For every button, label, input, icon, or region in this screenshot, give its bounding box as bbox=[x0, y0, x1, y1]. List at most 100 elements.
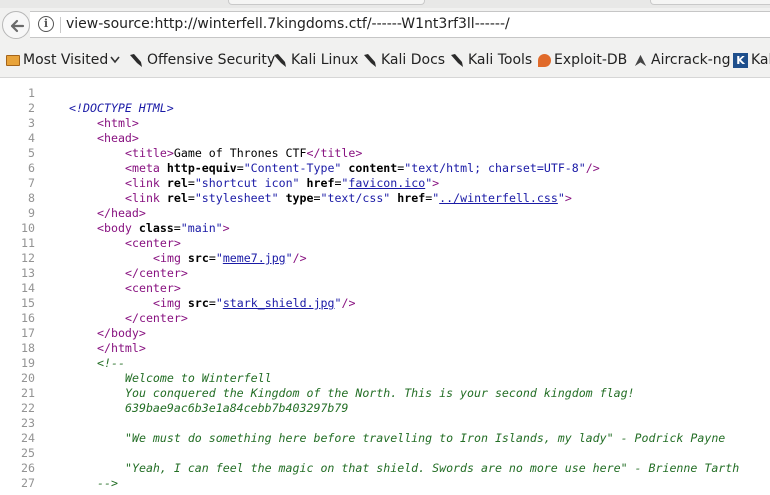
tag-close: /> bbox=[585, 161, 600, 175]
center-close-tag: </center> bbox=[125, 266, 188, 280]
line-number: 25 bbox=[21, 446, 35, 460]
attr-name: content bbox=[348, 161, 398, 175]
tab[interactable] bbox=[650, 0, 770, 5]
kali-dragon-icon bbox=[130, 54, 142, 67]
bookmark-kali-forums[interactable]: K Kal bbox=[733, 51, 770, 69]
tag-close: /> bbox=[341, 296, 356, 310]
favicon-link[interactable]: favicon.ico bbox=[348, 176, 425, 190]
line-number: 14 bbox=[21, 281, 35, 295]
bookmark-exploit-db[interactable]: Exploit-DB bbox=[538, 51, 627, 69]
link-tag: <link bbox=[125, 191, 167, 205]
back-arrow-icon bbox=[10, 19, 25, 33]
bookmark-offensive-security[interactable]: Offensive Security bbox=[128, 51, 275, 69]
source-line: 10 <body class="main"> bbox=[21, 221, 230, 235]
url-text[interactable]: view-source:http://winterfell.7kingdoms.… bbox=[66, 16, 510, 32]
attr-value: "stylesheet" bbox=[194, 191, 279, 205]
comment-text: You conquered the Kingdom of the North. … bbox=[125, 386, 635, 400]
tag-close: > bbox=[432, 176, 440, 190]
tag-close: > bbox=[222, 221, 230, 235]
line-number: 5 bbox=[28, 146, 35, 160]
line-number: 13 bbox=[21, 266, 35, 280]
source-line: 24 "We must do something here before trav… bbox=[0, 431, 770, 446]
source-line: 9 </head> bbox=[0, 206, 770, 221]
line-number: 26 bbox=[21, 461, 35, 475]
bookmark-label: Most Visited bbox=[23, 52, 109, 68]
html-open-tag: <html> bbox=[97, 116, 139, 130]
line-number: 10 bbox=[21, 221, 35, 235]
back-button[interactable] bbox=[2, 11, 30, 39]
tag-close: > bbox=[564, 191, 572, 205]
attr-name: src bbox=[187, 251, 209, 265]
line-number: 11 bbox=[21, 236, 35, 250]
line-number: 21 bbox=[21, 386, 35, 400]
source-line: 8 <link rel="stylesheet" type="text/css" … bbox=[28, 191, 572, 205]
site-info-icon[interactable]: i bbox=[38, 16, 54, 32]
kali-dragon-icon bbox=[451, 54, 463, 67]
source-line: 1 bbox=[0, 86, 770, 101]
bookmark-label: Offensive Security bbox=[147, 52, 276, 68]
line-number: 17 bbox=[21, 326, 35, 340]
bookmark-label: Aircrack-ng bbox=[651, 52, 731, 68]
bookmark-label: Kali Docs bbox=[381, 52, 446, 68]
comment-text: "We must do something here before travel… bbox=[125, 431, 726, 445]
link-tag: <link bbox=[125, 176, 167, 190]
line-number: 22 bbox=[21, 401, 35, 415]
title-text: Game of Thrones CTF bbox=[173, 146, 307, 160]
kali-dragon-icon bbox=[364, 54, 376, 67]
stylesheet-link[interactable]: ../winterfell.css bbox=[439, 191, 558, 205]
doctype: <!DOCTYPE HTML> bbox=[69, 101, 174, 115]
attr-value: "shortcut icon" bbox=[194, 176, 300, 190]
line-number: 20 bbox=[21, 371, 35, 385]
center-close-tag: </center> bbox=[125, 311, 188, 325]
body-close-tag: </body> bbox=[97, 326, 146, 340]
attr-name: src bbox=[187, 296, 209, 310]
attr-value: "text/css" bbox=[320, 191, 391, 205]
tab[interactable] bbox=[228, 0, 425, 5]
source-line: 14 <center> bbox=[0, 281, 770, 296]
line-number: 15 bbox=[21, 296, 35, 310]
folder-icon bbox=[6, 54, 20, 66]
source-line: 18 </html> bbox=[0, 341, 770, 356]
source-line: 17 </body> bbox=[0, 326, 770, 341]
line-number: 27 bbox=[21, 476, 35, 490]
img-tag: <img bbox=[153, 296, 188, 310]
bookmark-most-visited[interactable]: Most Visited bbox=[6, 51, 120, 69]
line-number: 7 bbox=[28, 176, 35, 190]
divider bbox=[60, 17, 61, 33]
bookmark-kali-tools[interactable]: Kali Tools bbox=[449, 51, 532, 69]
line-number: 24 bbox=[21, 431, 35, 445]
line-number: 6 bbox=[28, 161, 35, 175]
attr-name: href bbox=[397, 191, 426, 205]
meme7-link[interactable]: meme7.jpg bbox=[223, 251, 286, 265]
bookmark-aircrack-ng[interactable]: Aircrack-ng bbox=[633, 51, 731, 69]
bookmark-kali-docs[interactable]: Kali Docs bbox=[362, 51, 445, 69]
kali-dragon-icon bbox=[274, 54, 286, 67]
line-number: 3 bbox=[28, 116, 35, 130]
kali-forums-icon: K bbox=[733, 52, 748, 68]
bookmark-label: Kal bbox=[751, 52, 770, 68]
line-number: 23 bbox=[21, 416, 35, 430]
bookmark-label: Exploit-DB bbox=[554, 52, 628, 68]
address-bar[interactable]: i view-source:http://winterfell.7kingdom… bbox=[30, 11, 770, 38]
source-line: 26 "Yeah, I can feel the magic on that sh… bbox=[0, 461, 770, 476]
source-line: 21 You conquered the Kingdom of the North… bbox=[0, 386, 770, 401]
aircrack-icon bbox=[634, 54, 647, 66]
line-number: 18 bbox=[21, 341, 35, 355]
attr-name: http-equiv bbox=[166, 161, 237, 175]
tag-close: /> bbox=[292, 251, 307, 265]
stark-shield-link[interactable]: stark_shield.jpg bbox=[223, 296, 335, 310]
line-number: 16 bbox=[21, 311, 35, 325]
center-open-tag: <center> bbox=[125, 236, 181, 250]
view-source-content: 1 2 <!DOCTYPE HTML> 3 <html> 4 <head> 5 <tit… bbox=[0, 79, 770, 495]
navigation-toolbar: i view-source:http://winterfell.7kingdom… bbox=[0, 8, 770, 41]
comment-text: "Yeah, I can feel the magic on that shie… bbox=[125, 461, 740, 475]
line-number: 19 bbox=[21, 356, 35, 370]
source-line: 19 <!-- bbox=[0, 356, 770, 371]
bookmark-kali-linux[interactable]: Kali Linux bbox=[272, 51, 358, 69]
source-line: 2 <!DOCTYPE HTML> bbox=[0, 101, 770, 116]
chevron-down-icon bbox=[110, 56, 120, 64]
title-open-tag: <title> bbox=[125, 146, 174, 160]
attr-value: "main" bbox=[180, 221, 223, 235]
attr-value: "text/html; charset=UTF-8" bbox=[404, 161, 586, 175]
body-open-tag: <body bbox=[97, 221, 139, 235]
